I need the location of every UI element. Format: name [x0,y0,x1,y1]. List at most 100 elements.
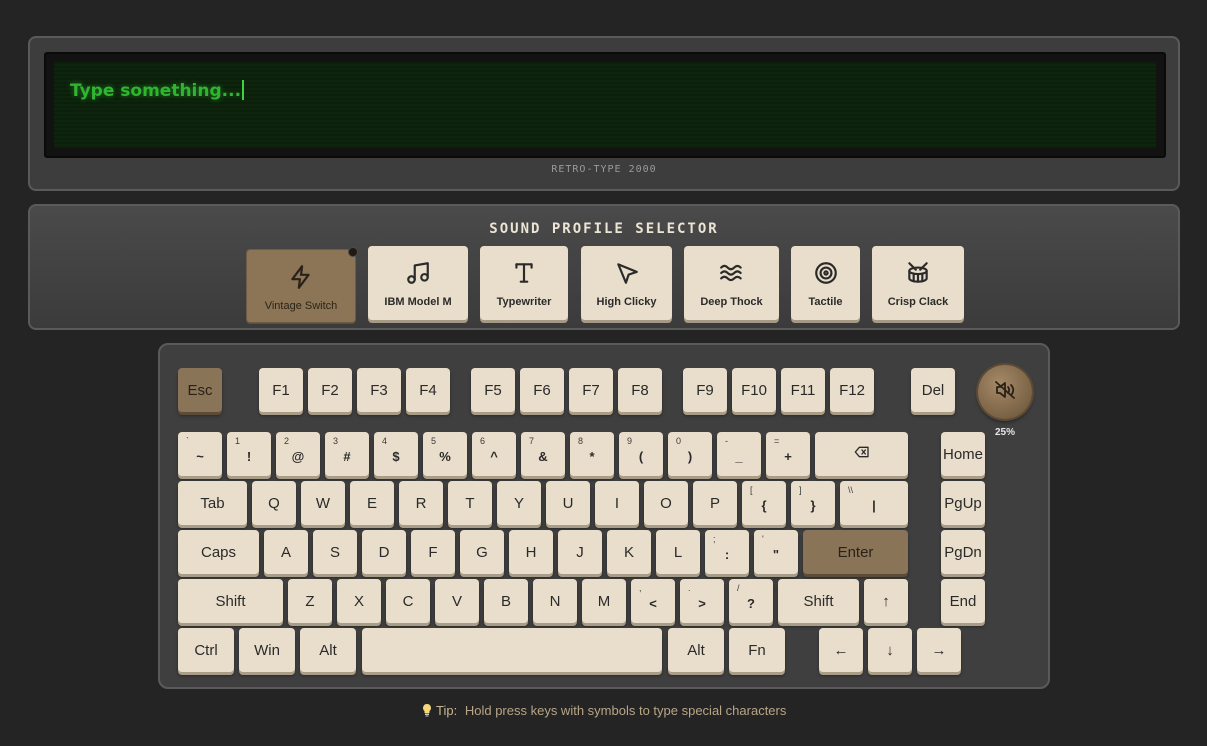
key-z[interactable]: Z [288,579,332,623]
key-right-shift[interactable]: Shift [778,579,859,623]
key-label: Shift [215,592,246,610]
key-esc[interactable]: Esc [178,368,222,412]
profile-tactile[interactable]: Tactile [791,246,860,320]
key-pgup[interactable]: PgUp [941,481,985,525]
volume-knob[interactable] [978,365,1032,419]
key-lbracket[interactable]: [{ [742,481,786,525]
profile-typewriter[interactable]: Typewriter [480,246,568,320]
profile-crisp-clack[interactable]: Crisp Clack [872,246,964,320]
key-y[interactable]: Y [497,481,541,525]
key-f12[interactable]: F12 [830,368,874,412]
key-arrow-up[interactable]: ↑ [864,579,908,623]
key-9[interactable]: 9( [619,432,663,476]
key-3[interactable]: 3 # [325,432,369,476]
key-g[interactable]: G [460,530,504,574]
key-f10[interactable]: F10 [732,368,776,412]
key-pgdn[interactable]: PgDn [941,530,985,574]
key-equal[interactable]: = + [766,432,810,476]
key-x[interactable]: X [337,579,381,623]
key-k[interactable]: K [607,530,651,574]
key-win[interactable]: Win [239,628,295,672]
key-c[interactable]: C [386,579,430,623]
key-d[interactable]: D [362,530,406,574]
key-arrow-left[interactable]: ← [819,628,863,672]
key-right-alt[interactable]: Alt [668,628,724,672]
key-period[interactable]: . > [680,579,724,623]
key-8[interactable]: 8 * [570,432,614,476]
key-slash[interactable]: /? [729,579,773,623]
key-0[interactable]: 0) [668,432,712,476]
key-s[interactable]: S [313,530,357,574]
profile-deep-thock[interactable]: Deep Thock [684,246,779,320]
key-backtick[interactable]: ` ~ [178,432,222,476]
key-f7[interactable]: F7 [569,368,613,412]
key-label: G [476,543,488,561]
key-ctrl[interactable]: Ctrl [178,628,234,672]
key-sublabel: [ [750,485,753,495]
key-backslash[interactable]: \\ | [840,481,908,525]
key-left-shift[interactable]: Shift [178,579,283,623]
key-7[interactable]: 7 & [521,432,565,476]
key-a[interactable]: A [264,530,308,574]
key-backspace[interactable] [815,432,908,476]
key-f[interactable]: F [411,530,455,574]
text-display[interactable]: Type something... [54,62,1156,148]
key-b[interactable]: B [484,579,528,623]
key-6[interactable]: 6 ^ [472,432,516,476]
key-label: C [402,592,414,610]
key-j[interactable]: J [558,530,602,574]
key-tab[interactable]: Tab [178,481,247,525]
key-w[interactable]: W [301,481,345,525]
key-sublabel: 6 [480,436,486,446]
key-f2[interactable]: F2 [308,368,352,412]
key-label: ~ [196,448,204,464]
key-l[interactable]: L [656,530,700,574]
key-quote[interactable]: ' " [754,530,798,574]
key-f4[interactable]: F4 [406,368,450,412]
key-v[interactable]: V [435,579,479,623]
key-rbracket[interactable]: ]} [791,481,835,525]
key-1[interactable]: 1! [227,432,271,476]
key-f1[interactable]: F1 [259,368,303,412]
key-4[interactable]: 4 $ [374,432,418,476]
key-fn[interactable]: Fn [729,628,785,672]
key-home[interactable]: Home [941,432,985,476]
key-f8[interactable]: F8 [618,368,662,412]
key-f6[interactable]: F6 [520,368,564,412]
key-n[interactable]: N [533,579,577,623]
key-arrow-right[interactable]: → [917,628,961,672]
key-label: # [343,448,351,464]
key-f11[interactable]: F11 [781,368,825,412]
key-space[interactable] [362,628,662,672]
key-f9[interactable]: F9 [683,368,727,412]
profile-ibm-model-m[interactable]: IBM Model M [368,246,468,320]
key-alt[interactable]: Alt [300,628,356,672]
key-caps[interactable]: Caps [178,530,259,574]
key-i[interactable]: I [595,481,639,525]
key-del[interactable]: Del [911,368,955,412]
key-minus[interactable]: - _ [717,432,761,476]
key-enter[interactable]: Enter [803,530,908,574]
key-2[interactable]: 2 @ [276,432,320,476]
key-comma[interactable]: , < [631,579,675,623]
display-text: Type something... [70,80,245,101]
key-label: M [597,592,611,610]
key-r[interactable]: R [399,481,443,525]
key-end[interactable]: End [941,579,985,623]
profile-vintage-switch[interactable]: Vintage Switch [246,247,358,323]
key-f5[interactable]: F5 [471,368,515,412]
profile-high-clicky[interactable]: High Clicky [581,246,672,320]
key-t[interactable]: T [448,481,492,525]
key-f3[interactable]: F3 [357,368,401,412]
key-5[interactable]: 5% [423,432,467,476]
key-o[interactable]: O [644,481,688,525]
key-arrow-down[interactable]: ↓ [868,628,912,672]
key-p[interactable]: P [693,481,737,525]
key-semicolon[interactable]: ;: [705,530,749,574]
key-h[interactable]: H [509,530,553,574]
key-q[interactable]: Q [252,481,296,525]
key-m[interactable]: M [582,579,626,623]
key-label: U [562,494,574,512]
key-e[interactable]: E [350,481,394,525]
key-u[interactable]: U [546,481,590,525]
